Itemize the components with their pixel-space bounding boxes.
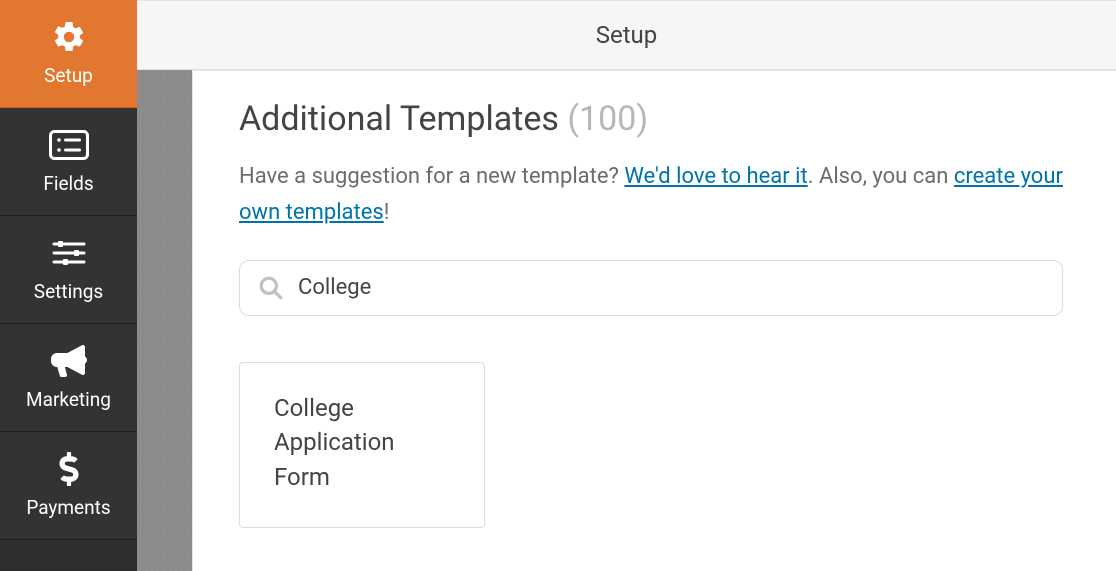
page-heading-text: Additional Templates (239, 99, 559, 139)
sidebar-item-label: Settings (34, 280, 103, 303)
sidebar-item-settings[interactable]: Settings (0, 216, 137, 324)
page-title: Additional Templates (100) (239, 99, 1072, 139)
desc-text: ! (384, 200, 390, 225)
sidebar-item-fields[interactable]: Fields (0, 108, 137, 216)
sidebar: Setup Fields (0, 0, 137, 571)
sidebar-item-label: Payments (26, 496, 110, 519)
suggestion-link[interactable]: We'd love to hear it (624, 164, 807, 189)
list-icon (49, 126, 89, 164)
search-input[interactable] (298, 275, 1044, 300)
sidebar-item-setup[interactable]: Setup (0, 0, 137, 108)
dollar-icon (58, 450, 80, 488)
template-tile[interactable]: College Application Form (239, 362, 485, 528)
page-description: Have a suggestion for a new template? We… (239, 159, 1072, 232)
main-content: Setup Additional Templates (100) Have a … (137, 0, 1116, 571)
templates-grid: College Application Form (239, 362, 1072, 528)
sidebar-item-payments[interactable]: Payments (0, 432, 137, 540)
bullhorn-icon (50, 342, 88, 380)
desc-text: Have a suggestion for a new template? (239, 164, 624, 189)
templates-count: (100) (567, 99, 648, 139)
template-title: College Application Form (274, 394, 395, 492)
sliders-icon (52, 234, 86, 272)
sidebar-item-label: Setup (44, 64, 93, 87)
sidebar-item-marketing[interactable]: Marketing (0, 324, 137, 432)
desc-text: . Also, you can (808, 164, 954, 189)
sidebar-item-label: Marketing (26, 388, 111, 411)
sidebar-item-label: Fields (43, 172, 93, 195)
search-box[interactable] (239, 260, 1063, 316)
content-wrap: Additional Templates (100) Have a sugges… (137, 70, 1116, 571)
templates-card: Additional Templates (100) Have a sugges… (192, 70, 1116, 571)
gear-icon (51, 18, 87, 56)
topbar-title: Setup (596, 21, 658, 49)
topbar: Setup (137, 0, 1116, 70)
search-icon (258, 275, 284, 301)
